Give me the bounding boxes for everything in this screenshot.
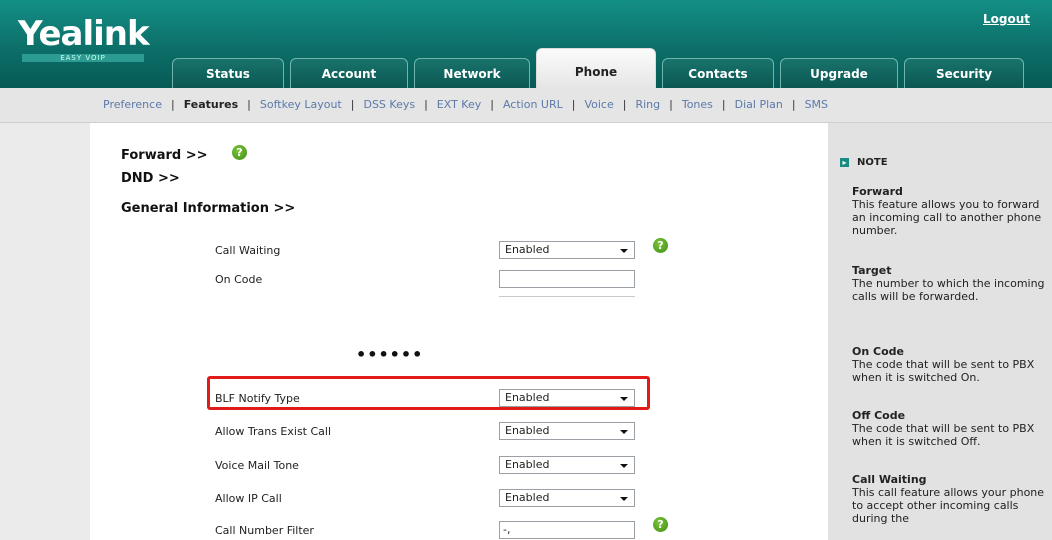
note-title: Off Code	[852, 409, 906, 422]
note-item: Forward This feature allows you to forwa…	[852, 185, 1048, 237]
allow-trans-exist-call-label: Allow Trans Exist Call	[215, 425, 332, 438]
divider	[499, 296, 635, 297]
call-waiting-value: Enabled	[505, 243, 550, 256]
note-title: On Code	[852, 345, 904, 358]
chevron-down-icon	[620, 430, 628, 434]
logout-link[interactable]: Logout	[983, 12, 1030, 26]
note-desc: The code that will be sent to PBX when i…	[852, 358, 1035, 384]
chevron-down-icon	[620, 249, 628, 253]
on-code-label: On Code	[215, 273, 263, 286]
help-icon[interactable]: ?	[232, 145, 247, 160]
subnav-ring[interactable]: Ring	[635, 98, 660, 111]
note-panel: ▸ NOTE Forward This feature allows you to…	[828, 123, 1052, 540]
allow-trans-exist-call-select[interactable]: Enabled	[499, 422, 635, 440]
allow-ip-call-label: Allow IP Call	[215, 492, 282, 505]
note-desc: The code that will be sent to PBX when i…	[852, 422, 1035, 448]
general-information-toggle[interactable]: General Information >>	[121, 201, 295, 216]
subnav-softkey-layout[interactable]: Softkey Layout	[260, 98, 342, 111]
arrow-right-icon: ▸	[840, 157, 849, 167]
logo-tagline: EASY VOIP	[22, 54, 144, 62]
subnav-dial-plan[interactable]: Dial Plan	[735, 98, 783, 111]
note-desc: This call feature allows your phone to a…	[852, 486, 1045, 525]
subnav-separator: |	[622, 98, 627, 111]
blf-notify-type-select[interactable]: Enabled	[499, 389, 635, 407]
subnav-voice[interactable]: Voice	[584, 98, 613, 111]
subnav-separator: |	[424, 98, 428, 111]
subnav-separator: |	[791, 98, 796, 111]
features-panel: Forward >> ? DND >> General Information …	[90, 123, 828, 540]
subnav-tones[interactable]: Tones	[682, 98, 713, 111]
chevron-down-icon	[620, 497, 628, 501]
subnav-action-url[interactable]: Action URL	[503, 98, 563, 111]
voice-mail-tone-value: Enabled	[505, 458, 550, 471]
help-icon[interactable]: ?	[653, 238, 668, 253]
yealink-logo: Yealink	[18, 14, 150, 54]
blf-notify-type-label: BLF Notify Type	[215, 392, 300, 405]
tab-security[interactable]: Security	[904, 58, 1024, 88]
sub-navigation: Preference | Features | Softkey Layout | DSS K…	[0, 88, 1052, 123]
note-item: Target The number to which the incoming …	[852, 264, 1048, 303]
subnav-separator: |	[669, 98, 673, 111]
subnav-ext-key[interactable]: EXT Key	[437, 98, 481, 111]
call-number-filter-input[interactable]: -,	[499, 521, 635, 539]
note-item: Off Code The code that will be sent to P…	[852, 409, 1048, 448]
note-title: Target	[852, 264, 892, 277]
note-heading-label: NOTE	[857, 157, 888, 168]
subnav-dss-keys[interactable]: DSS Keys	[363, 98, 415, 111]
help-icon[interactable]: ?	[653, 517, 668, 532]
note-desc: The number to which the incoming calls w…	[852, 277, 1045, 303]
dnd-section-toggle[interactable]: DND >>	[121, 171, 180, 186]
tab-phone[interactable]: Phone	[536, 48, 656, 88]
subnav-separator: |	[247, 98, 251, 111]
subnav-features[interactable]: Features	[184, 98, 238, 111]
on-code-input[interactable]	[499, 270, 635, 288]
allow-trans-exist-call-value: Enabled	[505, 424, 550, 437]
tab-network[interactable]: Network	[414, 58, 530, 88]
tab-upgrade[interactable]: Upgrade	[780, 58, 898, 88]
voice-mail-tone-select[interactable]: Enabled	[499, 456, 635, 474]
note-item: Call Waiting This call feature allows yo…	[852, 473, 1048, 525]
forward-section-toggle[interactable]: Forward >>	[121, 148, 208, 163]
subnav-separator: |	[721, 98, 726, 111]
chevron-down-icon	[620, 397, 628, 401]
call-number-filter-label: Call Number Filter	[215, 524, 314, 537]
note-heading: ▸ NOTE	[840, 157, 888, 168]
omitted-rows-ellipsis: ••••••	[356, 345, 424, 364]
blf-notify-type-value: Enabled	[505, 391, 550, 404]
tab-contacts[interactable]: Contacts	[662, 58, 774, 88]
call-waiting-select[interactable]: Enabled	[499, 241, 635, 259]
allow-ip-call-select[interactable]: Enabled	[499, 489, 635, 507]
top-header: Yealink EASY VOIP Logout Status Account …	[0, 0, 1052, 88]
note-title: Forward	[852, 185, 903, 198]
subnav-separator: |	[490, 98, 494, 111]
note-item: On Code The code that will be sent to PB…	[852, 345, 1048, 384]
subnav-preference[interactable]: Preference	[103, 98, 162, 111]
subnav-separator: |	[170, 98, 175, 111]
note-desc: This feature allows you to forward an in…	[852, 198, 1042, 237]
allow-ip-call-value: Enabled	[505, 491, 550, 504]
tab-status[interactable]: Status	[172, 58, 284, 88]
tab-account[interactable]: Account	[290, 58, 408, 88]
subnav-separator: |	[350, 98, 355, 111]
chevron-down-icon	[620, 464, 628, 468]
subnav-sms[interactable]: SMS	[805, 98, 828, 111]
subnav-separator: |	[571, 98, 576, 111]
note-title: Call Waiting	[852, 473, 927, 486]
call-waiting-label: Call Waiting	[215, 244, 281, 257]
voice-mail-tone-label: Voice Mail Tone	[215, 459, 299, 472]
